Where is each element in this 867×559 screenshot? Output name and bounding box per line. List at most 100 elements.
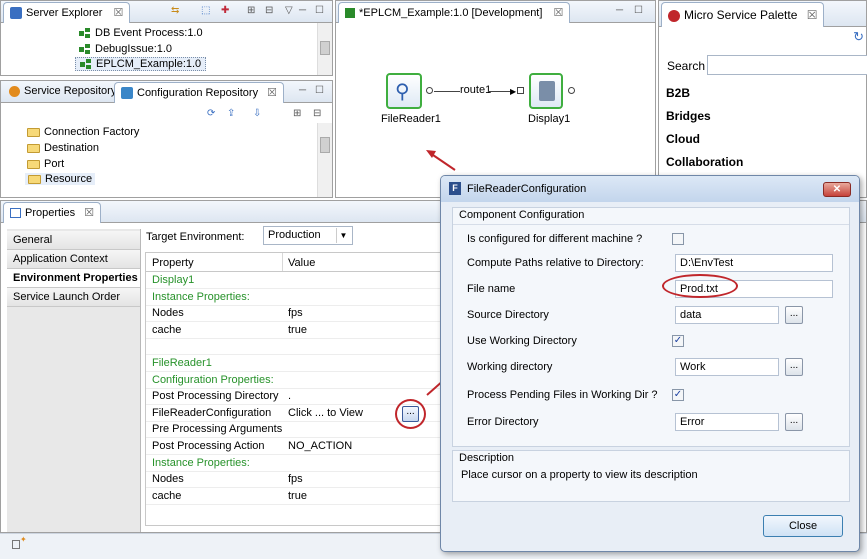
column-header-value[interactable]: Value bbox=[288, 257, 315, 269]
tree-item[interactable]: DB Event Process:1.0 bbox=[79, 27, 203, 39]
property-cell: Display1 bbox=[152, 274, 195, 286]
table-row[interactable]: Instance Properties: bbox=[146, 289, 444, 306]
route-connector[interactable]: route1 ▶ bbox=[426, 84, 526, 97]
palette-icon bbox=[668, 9, 680, 22]
field-input[interactable]: D:\EnvTest bbox=[675, 254, 833, 272]
value-cell: . bbox=[288, 390, 292, 403]
search-input[interactable] bbox=[707, 55, 867, 75]
tree-item[interactable]: EPLCM_Example:1.0 bbox=[75, 57, 207, 71]
tab-server-explorer[interactable]: Server Explorer ☒ bbox=[3, 2, 131, 23]
field-input[interactable]: Error bbox=[675, 413, 779, 431]
tab-micro-service-palette[interactable]: Micro Service Palette ☒ bbox=[661, 2, 825, 27]
display-node[interactable] bbox=[529, 73, 563, 109]
dialog-titlebar[interactable]: F FileReaderConfiguration ✕ bbox=[441, 176, 859, 202]
palette-category-collaboration[interactable]: Collaboration bbox=[666, 155, 743, 169]
filereader-node[interactable]: ⚲ bbox=[386, 73, 422, 109]
table-row[interactable]: Instance Properties: bbox=[146, 455, 444, 472]
maximize-icon[interactable]: ☐ bbox=[315, 85, 324, 96]
tab-editor[interactable]: *EPLCM_Example:1.0 [Development] ☒ bbox=[338, 2, 571, 23]
refresh-icon[interactable]: ↻ bbox=[853, 29, 864, 45]
expand-all-icon[interactable]: ⊞ bbox=[293, 108, 301, 119]
tree-item[interactable]: DebugIssue:1.0 bbox=[79, 43, 172, 55]
close-icon[interactable]: ☒ bbox=[84, 207, 94, 219]
collapse-all-icon[interactable]: ⊟ bbox=[265, 5, 273, 16]
minimize-icon[interactable]: ─ bbox=[616, 5, 623, 16]
refresh-icon[interactable]: ⟳ bbox=[207, 108, 215, 119]
sidebar-item-application-context[interactable]: Application Context bbox=[7, 250, 140, 269]
folder-icon bbox=[27, 159, 40, 169]
field-input[interactable]: Work bbox=[675, 358, 779, 376]
palette-category-cloud[interactable]: Cloud bbox=[666, 132, 700, 146]
process-icon bbox=[80, 59, 92, 69]
description-title: Description bbox=[459, 452, 515, 464]
import-icon[interactable]: ⇪ bbox=[227, 108, 235, 119]
browse-button[interactable]: ... bbox=[785, 306, 803, 324]
search-label: Search bbox=[667, 59, 706, 73]
property-cell: Configuration Properties: bbox=[152, 373, 274, 386]
maximize-icon[interactable]: ☐ bbox=[634, 5, 643, 16]
sidebar-item-environment-properties[interactable]: Environment Properties bbox=[7, 269, 140, 288]
field-checkbox[interactable]: ✓ bbox=[672, 389, 684, 401]
property-cell: Nodes bbox=[152, 307, 184, 320]
minimize-icon[interactable]: ─ bbox=[299, 5, 306, 16]
status-icon[interactable] bbox=[12, 540, 20, 549]
properties-table: Property Value Display1 Instance Properti… bbox=[145, 252, 445, 526]
field-checkbox[interactable]: ✓ bbox=[672, 335, 684, 347]
tab-service-repository[interactable]: Service Repository bbox=[3, 82, 122, 103]
properties-sidebar: General Application Context Environment … bbox=[7, 229, 141, 532]
table-row[interactable]: Display1 bbox=[146, 272, 444, 289]
tree-item-connection-factory[interactable]: Connection Factory bbox=[27, 126, 139, 138]
field-checkbox[interactable] bbox=[672, 233, 684, 245]
undeploy-icon[interactable]: ✚ bbox=[221, 5, 229, 16]
section-divider bbox=[453, 224, 849, 225]
table-row[interactable]: cache true bbox=[146, 488, 444, 505]
collapse-all-icon[interactable]: ⊟ bbox=[313, 108, 321, 119]
target-environment-select[interactable]: Production ▼ bbox=[263, 226, 353, 245]
tab-properties[interactable]: Properties ☒ bbox=[3, 202, 102, 223]
table-row[interactable]: Configuration Properties: bbox=[146, 372, 444, 389]
server-explorer-panel: Server Explorer ☒ ⇆ ⬚ ✚ ⊞ ⊟ ▽ ─ ☐ DB Eve… bbox=[0, 0, 333, 76]
property-cell: Nodes bbox=[152, 473, 184, 486]
table-row[interactable]: Nodes fps bbox=[146, 471, 444, 489]
tree-item-destination[interactable]: Destination bbox=[27, 142, 99, 154]
folder-icon bbox=[27, 127, 40, 137]
close-icon[interactable]: ☒ bbox=[113, 7, 123, 19]
tree-item-resource[interactable]: Resource bbox=[25, 173, 96, 185]
view-menu-icon[interactable]: ▽ bbox=[285, 5, 293, 16]
close-button[interactable]: Close bbox=[763, 515, 843, 537]
close-icon[interactable]: ✕ bbox=[823, 182, 851, 197]
highlight-ellipse bbox=[662, 274, 738, 298]
table-row[interactable]: Post Processing Action NO_ACTION bbox=[146, 438, 444, 455]
scrollbar[interactable] bbox=[317, 23, 332, 75]
properties-icon bbox=[10, 208, 21, 219]
field-input[interactable]: data bbox=[675, 306, 779, 324]
browse-button[interactable]: ... bbox=[785, 413, 803, 431]
sidebar-item-service-launch-order[interactable]: Service Launch Order bbox=[7, 288, 140, 307]
close-icon[interactable]: ☒ bbox=[807, 8, 818, 22]
property-cell: FileReaderConfiguration bbox=[152, 406, 272, 419]
deploy-icon[interactable]: ⬚ bbox=[201, 5, 210, 16]
column-header-property[interactable]: Property bbox=[152, 257, 194, 269]
palette-category-bridges[interactable]: Bridges bbox=[666, 109, 711, 123]
route-label: route1 bbox=[460, 84, 492, 96]
maximize-icon[interactable]: ☐ bbox=[315, 5, 324, 16]
browse-button[interactable]: ... bbox=[785, 358, 803, 376]
minimize-icon[interactable]: ─ bbox=[299, 85, 306, 96]
table-row[interactable]: FileReader1 bbox=[146, 355, 444, 372]
table-row[interactable] bbox=[146, 338, 444, 356]
table-row[interactable]: Nodes fps bbox=[146, 305, 444, 323]
close-icon[interactable]: ☒ bbox=[267, 87, 277, 99]
export-icon[interactable]: ⇩ bbox=[253, 108, 261, 119]
scrollbar[interactable] bbox=[317, 123, 332, 197]
palette-tabbar: Micro Service Palette ☒ bbox=[659, 1, 866, 27]
tab-configuration-repository[interactable]: Configuration Repository ☒ bbox=[114, 82, 285, 103]
sync-icon[interactable]: ⇆ bbox=[171, 5, 179, 16]
output-port[interactable] bbox=[568, 87, 575, 94]
palette-category-b2b[interactable]: B2B bbox=[666, 86, 690, 100]
expand-all-icon[interactable]: ⊞ bbox=[247, 5, 255, 16]
target-environment-label: Target Environment: bbox=[146, 231, 245, 243]
table-row[interactable]: cache true bbox=[146, 322, 444, 339]
sidebar-item-general[interactable]: General bbox=[7, 231, 140, 250]
close-icon[interactable]: ☒ bbox=[554, 7, 564, 19]
tree-item-port[interactable]: Port bbox=[27, 158, 64, 170]
